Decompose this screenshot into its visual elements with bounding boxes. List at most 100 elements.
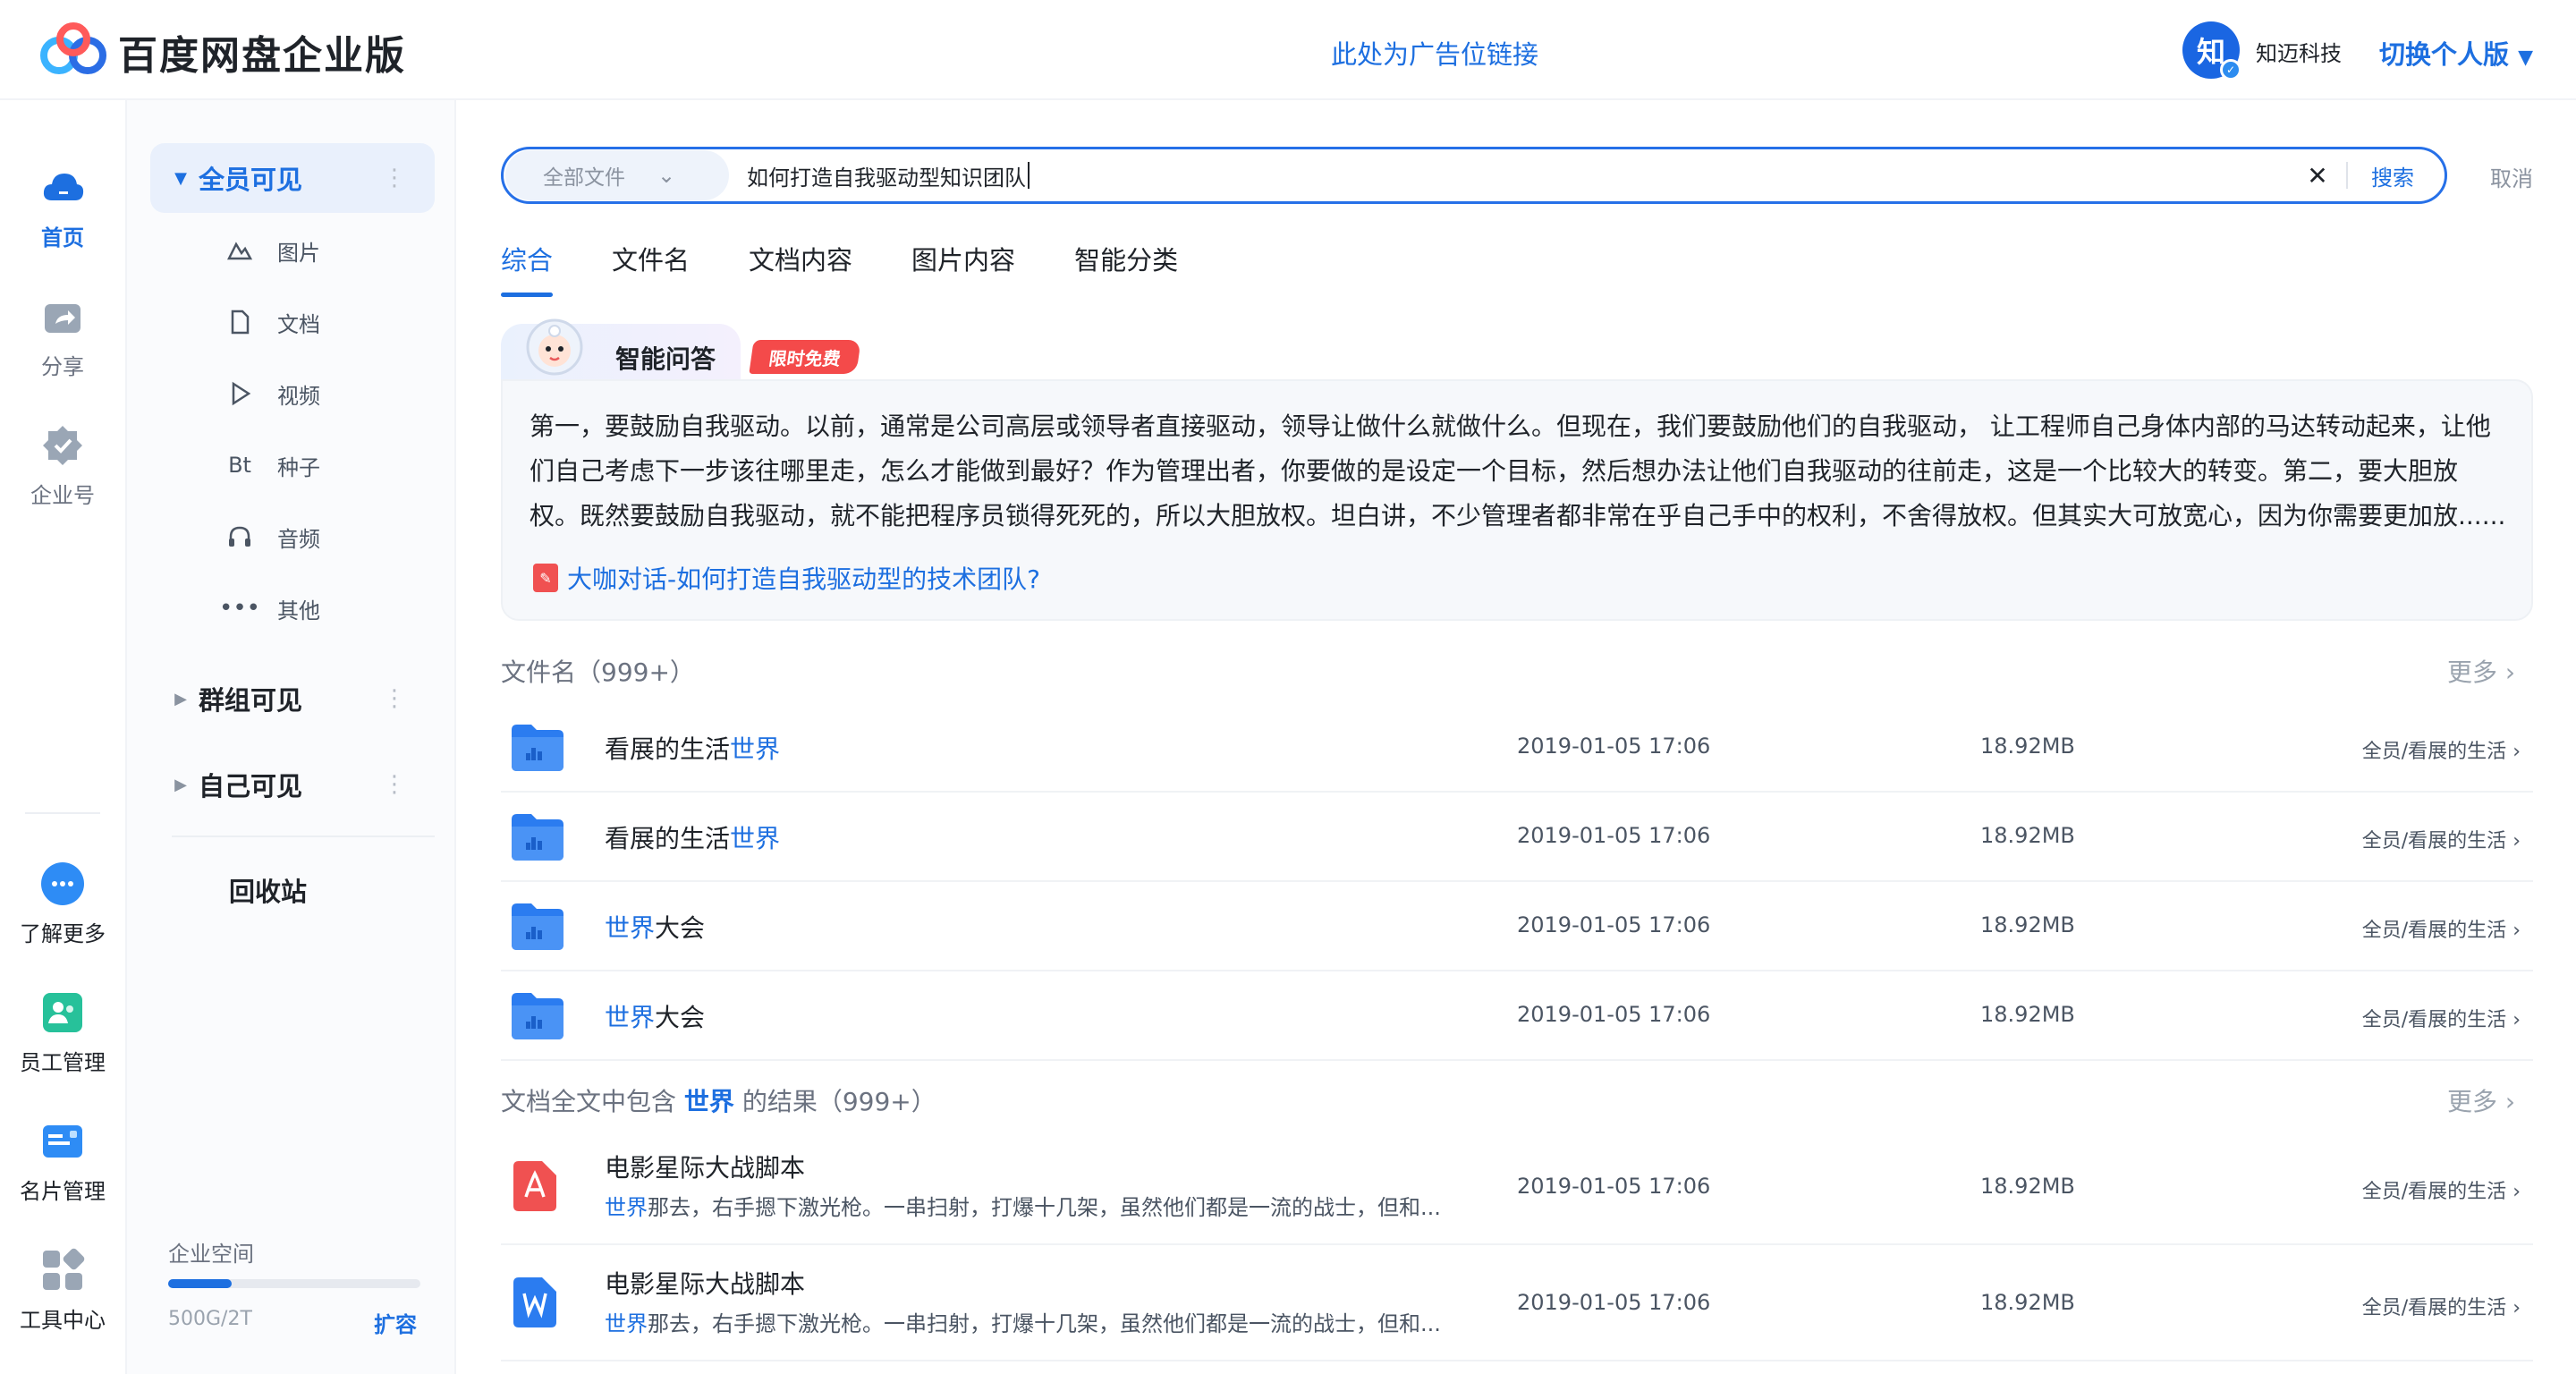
filename-section-title: 文件名（999+） (501, 657, 695, 687)
file-name[interactable]: 电影星际大战脚本 (605, 1149, 805, 1184)
table-row[interactable]: 世界大会 2019-01-05 17:06 18.92MB 全员/看展的生活 › (501, 971, 2533, 1061)
top-header: 百度网盘企业版 此处为广告位链接 知 ✓ 知迈科技 切换个人版 ▼ (0, 0, 2576, 100)
file-path-link[interactable]: 全员/看展的生活 › (2362, 1292, 2521, 1320)
filename-more-link[interactable]: 更多 › (2447, 653, 2515, 689)
product-title[interactable]: 百度网盘企业版 (118, 23, 406, 81)
document-icon (222, 304, 258, 340)
tab-all[interactable]: 综合 (501, 240, 554, 297)
nav-cards[interactable]: 名片管理 (0, 1118, 125, 1205)
recycle-bin[interactable]: 回收站 (229, 871, 307, 909)
file-path: 全员/看展的生活 (2361, 920, 2507, 942)
tab-doc-content[interactable]: 文档内容 (749, 240, 852, 295)
nav-learn-more-label: 了解更多 (20, 921, 106, 946)
nav-home[interactable]: 首页 (0, 165, 125, 251)
chevron-down-icon: ⌄ (657, 163, 676, 188)
tab-smart-category[interactable]: 智能分类 (1074, 240, 1178, 295)
file-path-link[interactable]: 全员/看展的生活 › (2362, 735, 2521, 764)
file-size: 18.92MB (1980, 1002, 2075, 1027)
category-other[interactable]: ••• 其他 (219, 587, 320, 630)
file-date: 2019-01-05 17:06 (1517, 1290, 1711, 1315)
file-snippet: 世界那去，右手摁下激光枪。一串扫射，打爆十几架，虽然他们都是一流的战士，但和..… (605, 1306, 1441, 1337)
nav-enterprise[interactable]: 企业号 (0, 422, 125, 509)
nav-share-label: 分享 (41, 354, 84, 379)
category-videos[interactable]: 视频 (222, 372, 320, 415)
nav-enterprise-label: 企业号 (30, 483, 95, 508)
file-path: 全员/看展的生活 (2361, 1181, 2507, 1203)
verified-icon: ✓ (2220, 59, 2241, 81)
ad-link[interactable]: 此处为广告位链接 (1331, 34, 1538, 72)
group-self-visible[interactable]: ▶ 自己可见 ⋮ (150, 750, 435, 819)
table-row[interactable]: 看展的生活世界 2019-01-05 17:06 18.92MB 全员/看展的生活 › (501, 793, 2533, 882)
group-menu-icon[interactable]: ⋮ (383, 165, 406, 191)
file-name-keyword: 世界 (730, 824, 781, 853)
group-all-visible[interactable]: ▼ 全员可见 ⋮ (150, 143, 435, 213)
tab-image-content[interactable]: 图片内容 (911, 240, 1015, 295)
file-path-link[interactable]: 全员/看展的生活 › (2362, 1004, 2521, 1032)
clear-icon[interactable]: ✕ (2300, 161, 2335, 191)
file-path: 全员/看展的生活 (2361, 1297, 2507, 1319)
company-name[interactable]: 知迈科技 (2256, 36, 2342, 67)
group-menu-icon[interactable]: ⋮ (383, 771, 406, 798)
file-name[interactable]: 世界大会 (605, 998, 705, 1034)
search-divider (2346, 162, 2348, 189)
file-path-link[interactable]: 全员/看展的生活 › (2362, 825, 2521, 853)
chevron-right-icon: › (2504, 1087, 2516, 1116)
search-button[interactable]: 搜索 (2371, 160, 2414, 191)
file-name[interactable]: 电影星际大战脚本 (605, 1265, 805, 1301)
category-label: 种子 (277, 454, 320, 480)
nav-tools[interactable]: 工具中心 (0, 1247, 125, 1334)
nav-learn-more[interactable]: 了解更多 (0, 861, 125, 947)
file-name[interactable]: 世界大会 (605, 909, 705, 945)
category-docs[interactable]: 文档 (222, 301, 320, 344)
table-row[interactable]: 世界大会 2019-01-05 17:06 18.92MB 全员/看展的生活 › (501, 882, 2533, 971)
baidu-netdisk-logo-icon[interactable] (39, 21, 109, 77)
table-row[interactable]: 电影星际大战脚本 世界那去，右手摁下激光枪。一串扫射，打爆十几架，虽然他们都是一流… (501, 1131, 2533, 1245)
file-name[interactable]: 看展的生活世界 (605, 819, 780, 855)
nav-cards-label: 名片管理 (20, 1179, 106, 1204)
group-menu-icon[interactable]: ⋮ (383, 685, 406, 712)
caret-collapsed-icon: ▶ (174, 689, 187, 708)
quota-progress-bar (168, 1279, 420, 1288)
category-torrents[interactable]: Bt 种子 (222, 444, 320, 487)
caret-expanded-icon: ▼ (174, 168, 187, 188)
search-input[interactable]: 如何打造自我驱动型知识团队 (747, 160, 2300, 191)
avatar[interactable]: 知 ✓ (2182, 21, 2241, 81)
file-name-post: 大会 (655, 1003, 706, 1032)
quota-progress-fill (168, 1279, 232, 1288)
file-path-link[interactable]: 全员/看展的生活 › (2362, 914, 2521, 943)
search-query: 如何打造自我驱动型知识团队 (747, 165, 1026, 191)
switch-personal-link[interactable]: 切换个人版 ▼ (2379, 34, 2533, 72)
file-date: 2019-01-05 17:06 (1517, 1174, 1711, 1199)
more-chat-icon (41, 862, 84, 905)
cancel-search-button[interactable]: 取消 (2490, 161, 2533, 192)
video-play-icon (222, 376, 258, 411)
category-images[interactable]: 图片 (222, 229, 320, 272)
file-name-keyword: 世界 (730, 734, 781, 764)
ai-source-link[interactable]: ✎ 大咖对话-如何打造自我驱动型的技术团队? (533, 560, 1040, 596)
file-path-link[interactable]: 全员/看展的生活 › (2362, 1175, 2521, 1204)
file-path: 全员/看展的生活 (2361, 741, 2507, 763)
quota-usage: 500G/2T (168, 1308, 252, 1330)
file-date: 2019-01-05 17:06 (1517, 823, 1711, 848)
fulltext-more-link[interactable]: 更多 › (2447, 1082, 2515, 1118)
nav-share[interactable]: 分享 (0, 293, 125, 380)
ai-answer-header: 智能问答 (501, 318, 741, 386)
file-date: 2019-01-05 17:06 (1517, 734, 1711, 759)
file-name[interactable]: 看展的生活世界 (605, 730, 780, 766)
category-audio[interactable]: 音频 (222, 515, 320, 558)
tab-filename[interactable]: 文件名 (612, 240, 690, 295)
search-scope-select[interactable]: 全部文件 ⌄ (505, 150, 729, 200)
group-title: 全员可见 (199, 165, 303, 195)
group-group-visible[interactable]: ▶ 群组可见 ⋮ (150, 664, 435, 734)
nav-staff[interactable]: 员工管理 (0, 989, 125, 1076)
table-row[interactable]: 电影星际大战脚本世界那去，右手摁下激光枪。一串扫射，打爆十几架，虽然他们都是一流… (501, 1247, 2533, 1361)
ai-source-title: 大咖对话-如何打造自我驱动型的技术团队? (567, 564, 1040, 594)
caret-down-icon: ▼ (2518, 47, 2534, 69)
rail-divider (25, 812, 100, 814)
ai-answer-card: 第一，要鼓励自我驱动。以前，通常是公司高层或领导者直接驱动，领导让做什么就做什么… (501, 379, 2533, 621)
table-row[interactable]: 看展的生活世界 2019-01-05 17:06 18.92MB 全员/看展的生活 › (501, 703, 2533, 793)
expand-quota-button[interactable]: 扩容 (374, 1307, 417, 1338)
ai-answer-text: 第一，要鼓励自我驱动。以前，通常是公司高层或领导者直接驱动，领导让做什么就做什么… (530, 411, 2506, 530)
category-label: 音频 (277, 526, 320, 552)
ai-answer-title: 智能问答 (615, 344, 716, 374)
